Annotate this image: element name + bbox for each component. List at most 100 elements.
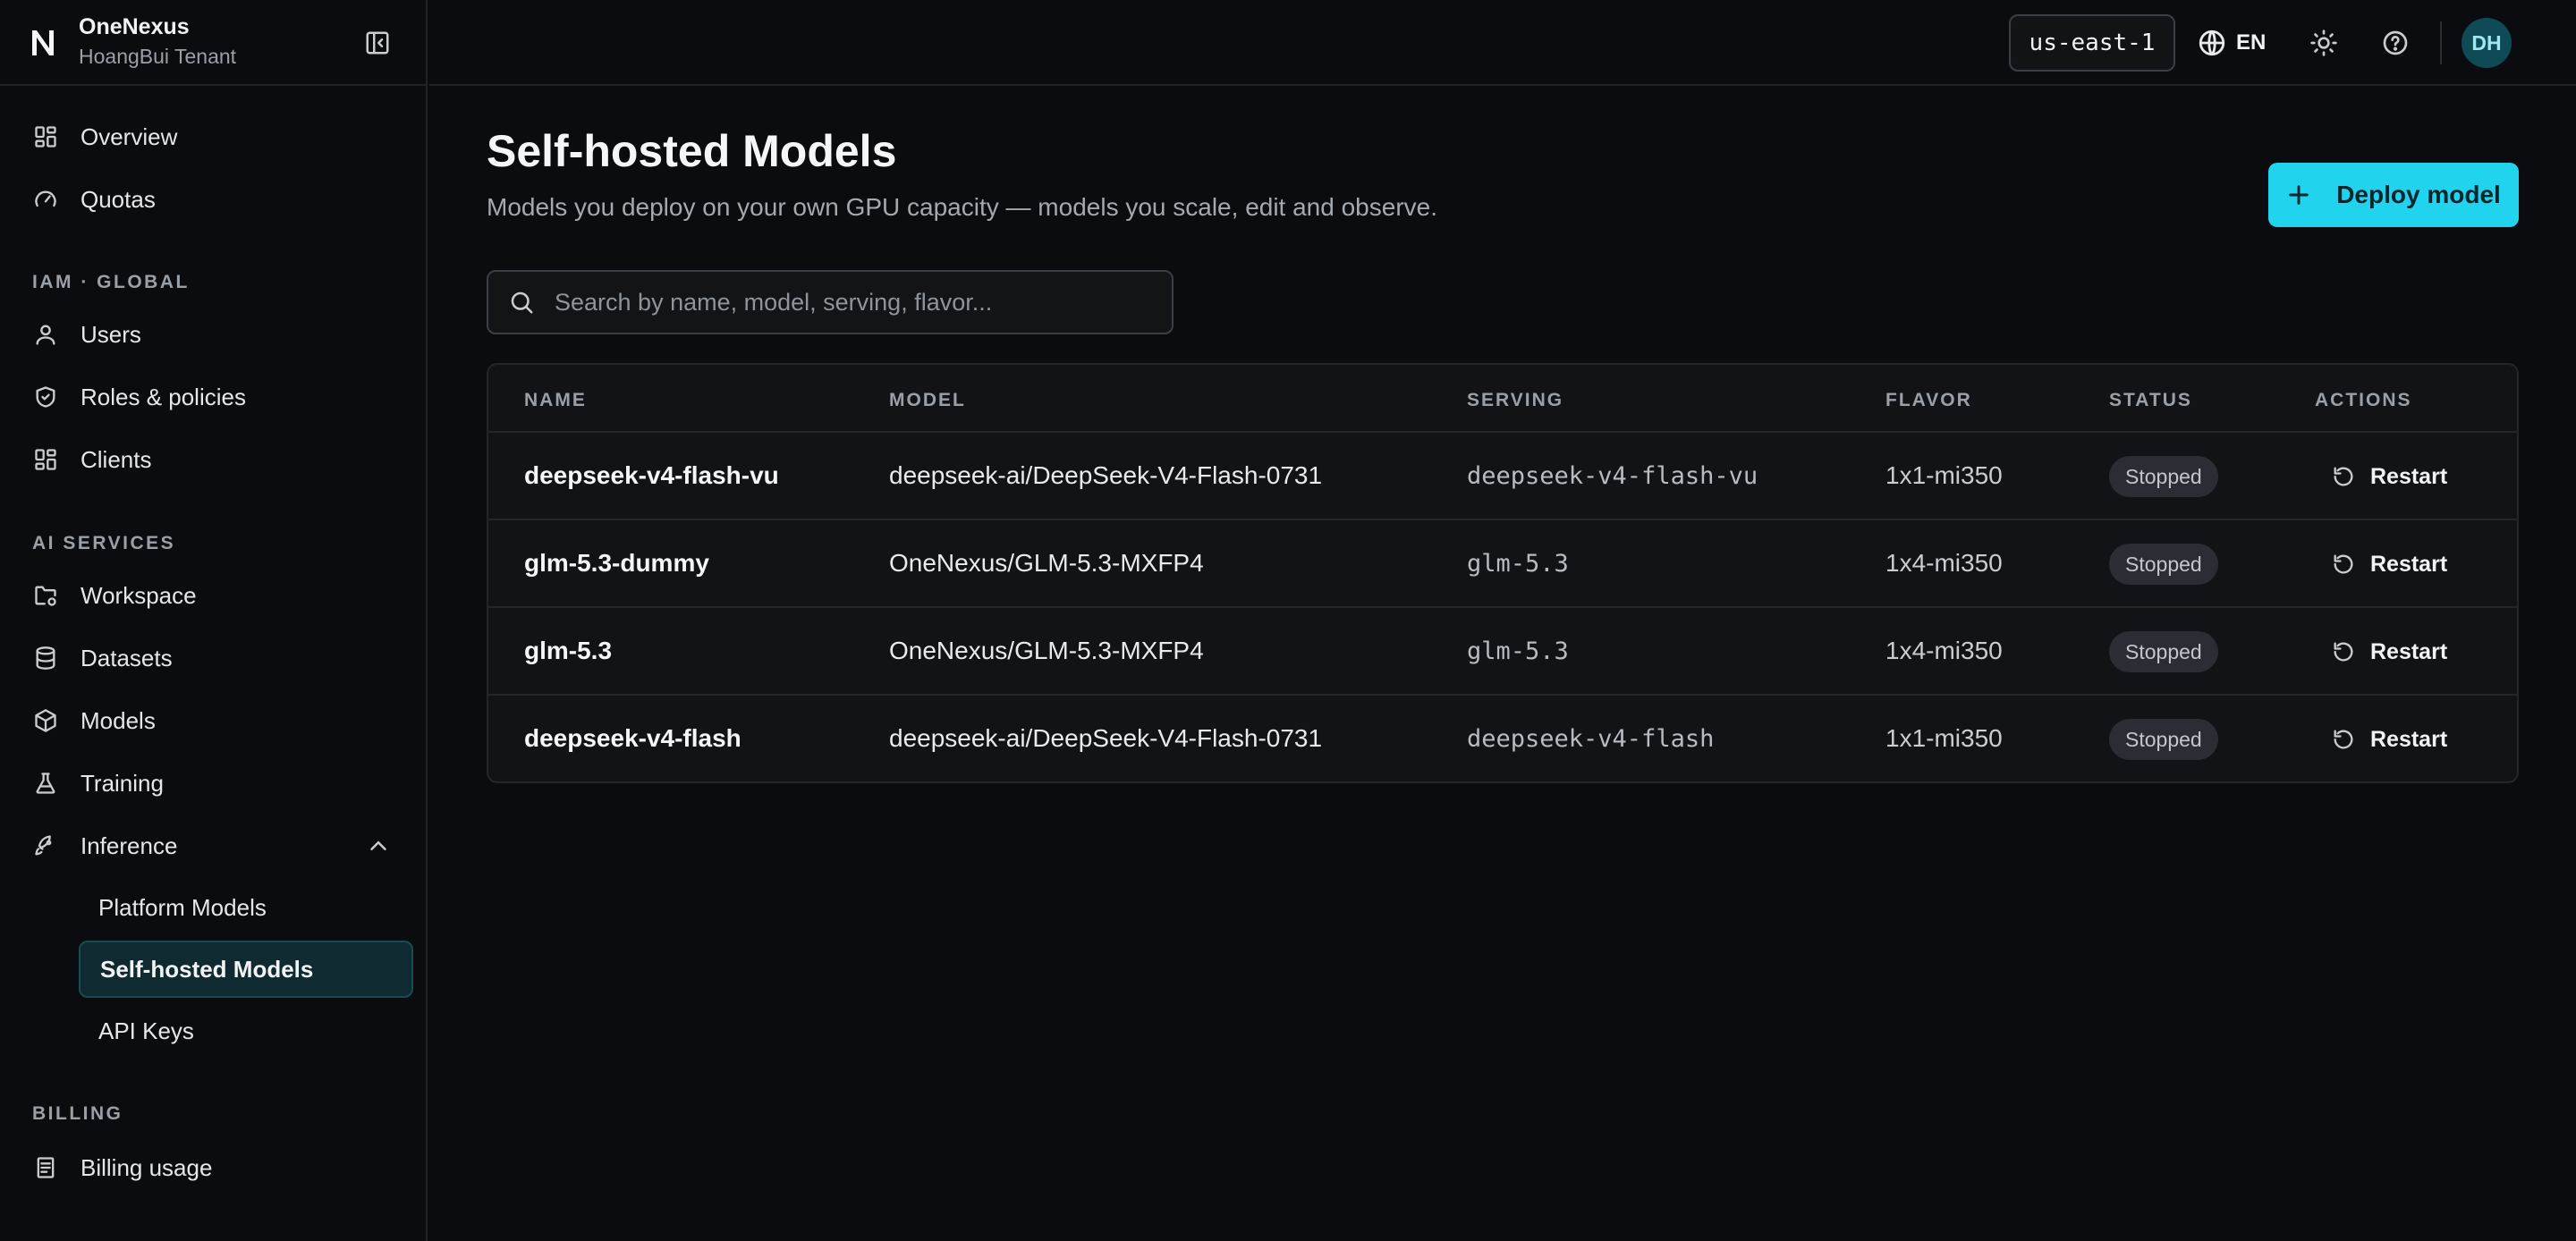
column-header-actions: ACTIONS [2315, 390, 2412, 410]
column-header-flavor: FLAVOR [1885, 390, 1972, 410]
rocket-icon [32, 832, 59, 859]
sidebar-item-label: Roles & policies [80, 383, 246, 410]
sidebar-item-label: Quotas [80, 185, 156, 213]
restart-label: Restart [2370, 638, 2448, 664]
restart-icon [2334, 467, 2353, 486]
row-name[interactable]: deepseek-v4-flash-vu [524, 461, 779, 490]
sidebar-item-label: Models [80, 706, 156, 734]
sidebar-item-datasets[interactable]: Datasets [32, 633, 173, 683]
sidebar-item-billing-usage[interactable]: Billing usage [32, 1143, 212, 1193]
shield-icon [32, 384, 59, 410]
page-title: Self-hosted Models [487, 126, 897, 176]
search-box [487, 270, 1174, 334]
column-header-status: STATUS [2109, 390, 2192, 410]
restart-button[interactable]: Restart [2331, 456, 2447, 497]
help-circle-icon [2383, 30, 2408, 55]
brand-header: OneNexus HoangBui Tenant [0, 0, 426, 86]
sidebar-subitem-api-keys[interactable]: API Keys [79, 1002, 413, 1059]
row-name[interactable]: glm-5.3 [524, 637, 612, 665]
restart-label: Restart [2370, 463, 2448, 489]
row-model: deepseek-ai/DeepSeek-V4-Flash-0731 [889, 461, 1323, 489]
sidebar-item-clients[interactable]: Clients [32, 435, 151, 485]
sidebar-item-users[interactable]: Users [32, 309, 141, 359]
grid-icon [32, 446, 59, 473]
onenexus-logo-icon [32, 30, 54, 55]
status-badge: Stopped [2109, 719, 2218, 760]
restart-button[interactable]: Restart [2331, 631, 2447, 672]
sidebar-item-models[interactable]: Models [32, 696, 156, 746]
gauge-icon [32, 186, 59, 213]
table-row[interactable]: glm-5.3-dummy OneNexus/GLM-5.3-MXFP4 glm… [488, 520, 2517, 608]
page-subtitle: Models you deploy on your own GPU capaci… [487, 193, 1438, 221]
brand-name: OneNexus [79, 14, 190, 39]
sidebar-item-label: Workspace [80, 581, 197, 609]
search-input[interactable] [553, 287, 1161, 317]
topbar-divider [2440, 21, 2442, 64]
restart-icon [2334, 554, 2353, 574]
restart-label: Restart [2370, 726, 2448, 752]
row-flavor: 1x4-mi350 [1885, 637, 2003, 664]
restart-icon [2334, 642, 2353, 662]
receipt-icon [32, 1154, 59, 1181]
row-serving: glm-5.3 [1467, 550, 1569, 578]
restart-button[interactable]: Restart [2331, 544, 2447, 585]
column-header-serving: SERVING [1467, 390, 1564, 410]
globe-icon [2199, 30, 2225, 56]
restart-icon [2334, 730, 2353, 749]
sidebar-toggle-icon [366, 31, 389, 55]
sidebar-collapse-button[interactable] [358, 25, 397, 61]
row-name[interactable]: glm-5.3-dummy [524, 549, 709, 578]
cube-icon [32, 707, 59, 734]
deploy-model-button[interactable]: Deploy model [2268, 163, 2519, 227]
folder-gear-icon [32, 582, 59, 609]
sidebar-subitem-self-hosted-models[interactable]: Self-hosted Models [79, 941, 413, 998]
sidebar: OneNexus HoangBui Tenant Overview Quotas… [0, 0, 428, 1241]
status-badge: Stopped [2109, 631, 2218, 672]
sidebar-item-roles-policies[interactable]: Roles & policies [32, 372, 246, 422]
row-serving: glm-5.3 [1467, 637, 1569, 665]
column-header-model: MODEL [889, 390, 966, 410]
region-selector[interactable]: us-east-1 [2009, 14, 2175, 72]
grid-icon [32, 123, 59, 150]
column-header-name: NAME [524, 390, 587, 410]
language-selector[interactable]: EN [2197, 23, 2266, 63]
sidebar-item-quotas[interactable]: Quotas [32, 174, 156, 224]
sidebar-subitem-platform-models[interactable]: Platform Models [79, 879, 413, 936]
section-label-iam: IAM · GLOBAL [32, 272, 190, 292]
tenant-name: HoangBui Tenant [79, 45, 237, 68]
sidebar-item-workspace[interactable]: Workspace [32, 570, 197, 620]
sidebar-item-inference[interactable]: Inference [32, 821, 399, 871]
user-avatar[interactable]: DH [2462, 18, 2512, 68]
sidebar-item-overview[interactable]: Overview [32, 112, 177, 162]
help-button[interactable] [2377, 25, 2413, 61]
row-serving: deepseek-v4-flash [1467, 725, 1715, 753]
row-model: deepseek-ai/DeepSeek-V4-Flash-0731 [889, 724, 1323, 752]
flask-icon [32, 770, 59, 797]
table-row[interactable]: deepseek-v4-flash deepseek-ai/DeepSeek-V… [488, 696, 2517, 781]
sidebar-item-label: Training [80, 769, 164, 797]
status-badge: Stopped [2109, 544, 2218, 585]
table-header: NAME MODEL SERVING FLAVOR STATUS ACTIONS [488, 365, 2517, 433]
restart-button[interactable]: Restart [2331, 719, 2447, 760]
sidebar-item-label: Billing usage [80, 1153, 213, 1181]
sidebar-item-training[interactable]: Training [32, 758, 164, 808]
topbar: us-east-1 EN DH [429, 0, 2576, 86]
sidebar-item-label: Clients [80, 445, 152, 473]
sidebar-item-label: Datasets [80, 644, 173, 671]
row-serving: deepseek-v4-flash-vu [1467, 462, 1758, 490]
table-row[interactable]: glm-5.3 OneNexus/GLM-5.3-MXFP4 glm-5.3 1… [488, 608, 2517, 696]
sidebar-item-label: Inference [80, 832, 178, 859]
user-icon [32, 321, 59, 348]
deploy-model-label: Deploy model [2336, 181, 2501, 208]
sidebar-item-label: Overview [80, 122, 178, 150]
plus-icon [2289, 185, 2309, 205]
row-name[interactable]: deepseek-v4-flash [524, 724, 741, 753]
row-model: OneNexus/GLM-5.3-MXFP4 [889, 549, 1204, 577]
restart-label: Restart [2370, 551, 2448, 577]
table-row[interactable]: deepseek-v4-flash-vu deepseek-ai/DeepSee… [488, 433, 2517, 520]
theme-toggle-button[interactable] [2306, 25, 2342, 61]
section-label-billing: BILLING [32, 1103, 123, 1124]
chevron-up-icon[interactable] [365, 832, 392, 859]
sidebar-item-label: Users [80, 320, 141, 348]
row-flavor: 1x4-mi350 [1885, 549, 2003, 577]
